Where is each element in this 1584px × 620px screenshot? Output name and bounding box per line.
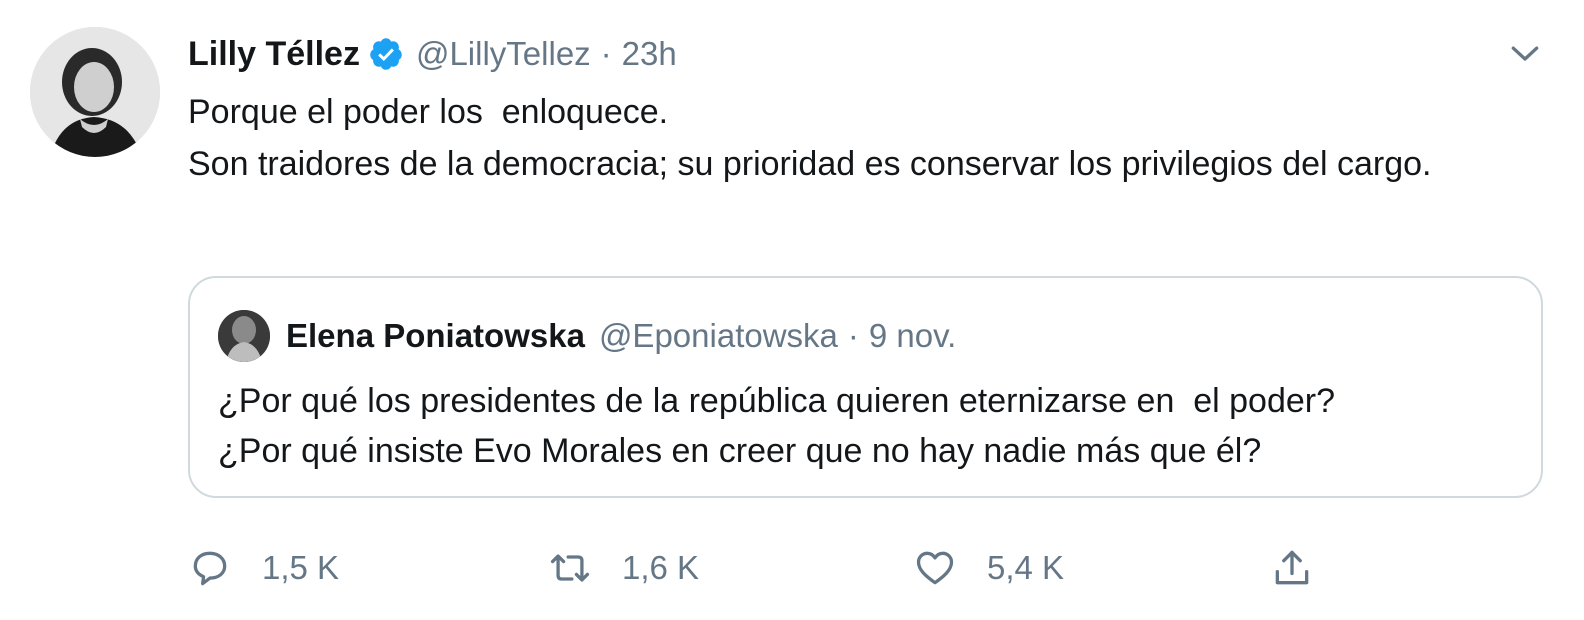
retweet-button[interactable]: 1,6 K <box>548 538 699 598</box>
like-count: 5,4 K <box>987 549 1065 586</box>
share-button[interactable] <box>1270 538 1314 598</box>
author-display-name[interactable]: Lilly Téllez <box>188 35 360 74</box>
quoted-text-line-1: ¿Por qué los presidentes de la república… <box>218 382 1336 420</box>
reply-count: 1,5 K <box>262 549 340 586</box>
quoted-tweet-text: ¿Por qué los presidentes de la república… <box>218 376 1518 476</box>
tweet-text: Porque el poder los enloquece. Son traid… <box>188 86 1548 190</box>
quoted-timestamp: 9 nov. <box>868 317 957 354</box>
quoted-text-line-2: ¿Por qué insiste Evo Morales en creer qu… <box>218 432 1262 470</box>
tweet-text-line-1: Porque el poder los enloquece. <box>188 93 669 131</box>
tweet-actions: 1,5 K 1,6 K 5,4 K <box>188 538 1328 598</box>
verified-badge-icon <box>368 36 404 72</box>
avatar-photo-icon <box>30 27 160 157</box>
tweet-card[interactable]: Lilly Téllez @LillyTellez · 23h Porque e… <box>0 0 1584 620</box>
reply-button[interactable]: 1,5 K <box>188 538 339 598</box>
tweet-header: Lilly Téllez @LillyTellez · 23h <box>188 28 677 80</box>
quoted-author-avatar <box>218 310 270 362</box>
header-separator: · <box>600 35 612 72</box>
author-avatar[interactable] <box>30 27 160 157</box>
quoted-author-handle: @Eponiatowska <box>598 317 838 354</box>
heart-icon <box>916 551 954 585</box>
quoted-author-display-name: Elena Poniatowska <box>286 317 585 354</box>
reply-icon <box>193 551 227 586</box>
more-options-chevron-down-icon[interactable] <box>1505 34 1545 74</box>
tweet-timestamp[interactable]: 23h <box>622 35 677 73</box>
tweet-text-line-2: Son traidores de la democracia; su prior… <box>188 145 1432 183</box>
quoted-header-separator: · <box>847 317 859 354</box>
author-handle[interactable]: @LillyTellez <box>416 35 591 73</box>
quoted-avatar-photo-icon <box>218 310 270 362</box>
share-icon <box>1275 550 1309 585</box>
quoted-tweet[interactable]: Elena Poniatowska @Eponiatowska · 9 nov.… <box>188 276 1543 498</box>
retweet-count: 1,6 K <box>622 549 700 586</box>
retweet-icon <box>550 554 590 582</box>
quoted-tweet-header: Elena Poniatowska @Eponiatowska · 9 nov. <box>286 308 956 364</box>
like-button[interactable]: 5,4 K <box>913 538 1064 598</box>
